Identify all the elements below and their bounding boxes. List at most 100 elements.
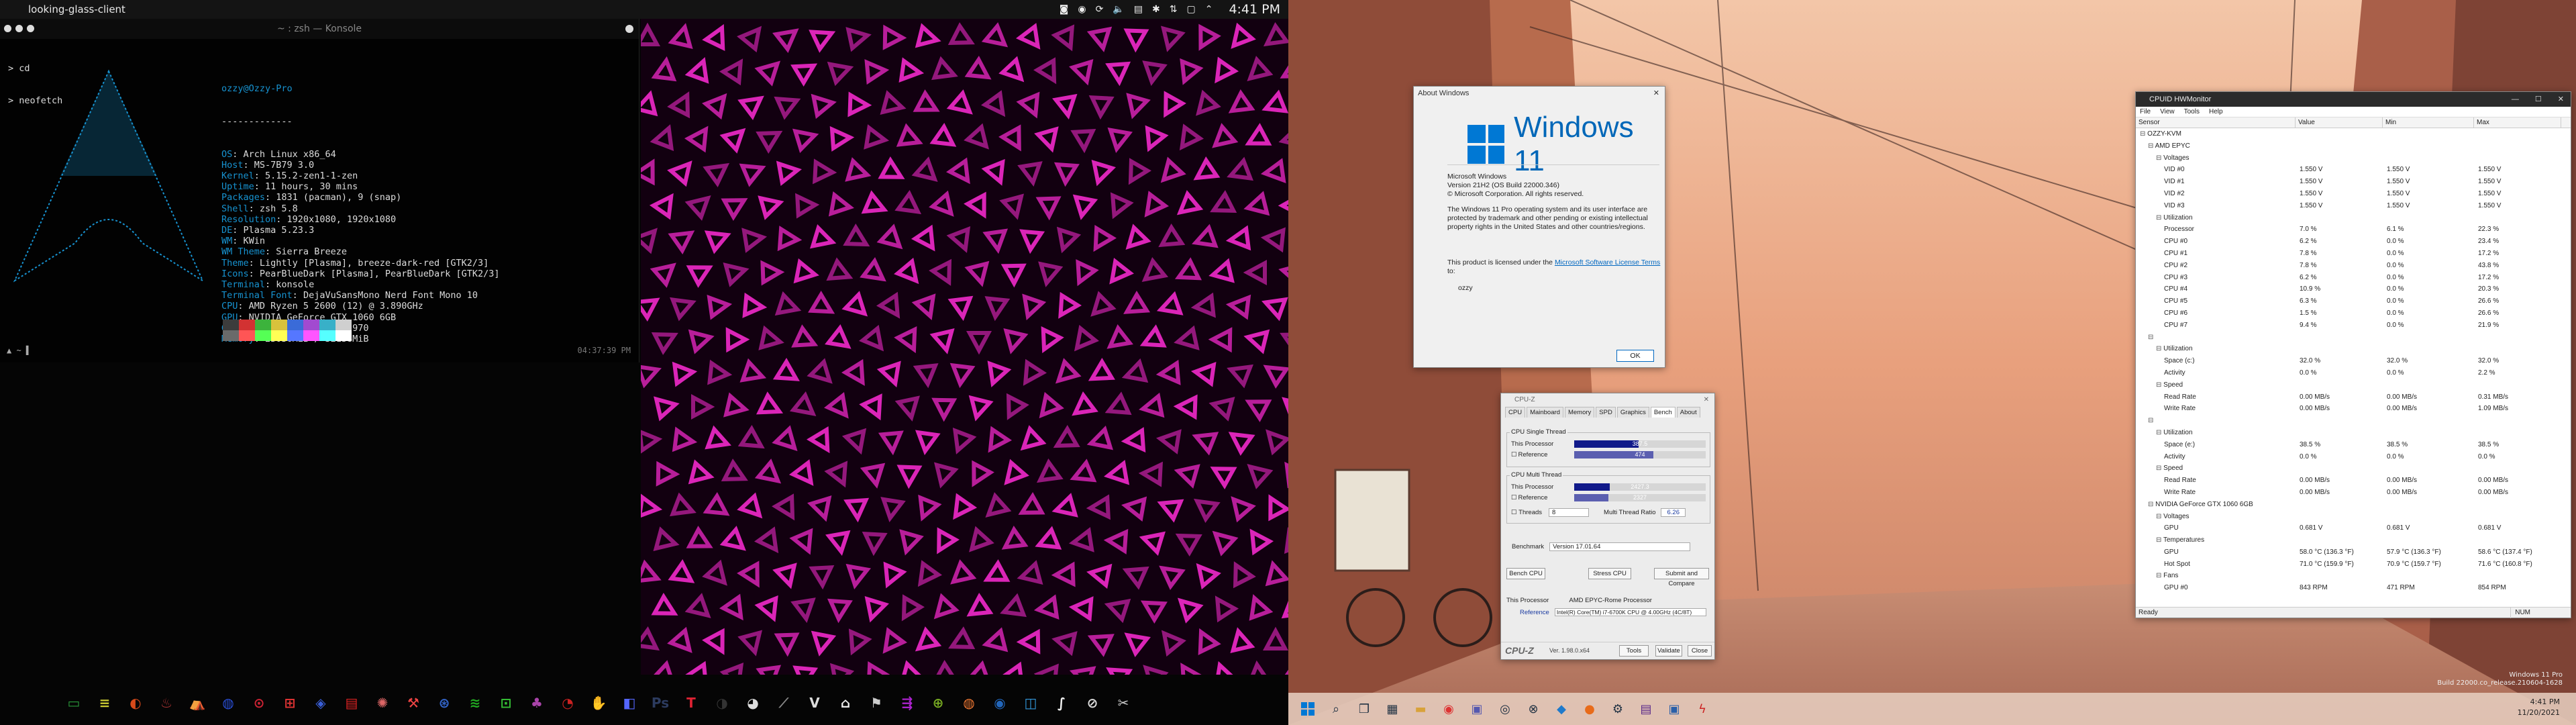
about-windows-dialog[interactable]: About Windows ✕ Windows 11 Microsoft Win… [1413, 86, 1665, 368]
dock-app-icon[interactable]: T [678, 689, 705, 716]
sensor-row[interactable]: Space (c:) 32.0 % 32.0 % 32.0 % [2136, 355, 2571, 367]
dock-app-icon[interactable]: ∫ [1048, 689, 1075, 716]
steam-icon[interactable]: ◉ [1078, 4, 1086, 15]
widgets-icon[interactable]: ▦ [1382, 699, 1402, 719]
firefox-icon[interactable]: ● [1580, 699, 1600, 719]
col-sensor[interactable]: Sensor [2136, 117, 2296, 128]
dock-app-icon[interactable]: ⊡ [493, 689, 519, 716]
tree-node-icon[interactable]: ⊟ [2140, 130, 2147, 138]
sensor-row[interactable]: ⊟ Voltages [2136, 511, 2571, 523]
sensor-row[interactable]: CPU #1 7.8 % 0.0 % 17.2 % [2136, 248, 2571, 260]
sensor-row[interactable]: Read Rate 0.00 MB/s 0.00 MB/s 0.00 MB/s [2136, 475, 2571, 487]
sensor-row[interactable]: CPU #4 10.9 % 0.0 % 20.3 % [2136, 283, 2571, 295]
reference-select[interactable]: Intel(R) Core(TM) i7-6700K CPU @ 4.00GHz… [1554, 608, 1706, 616]
dock-app-icon[interactable]: V [801, 689, 828, 716]
col-value[interactable]: Value [2296, 117, 2383, 128]
dock-app-icon[interactable]: ⚒ [400, 689, 427, 716]
dock-app-icon[interactable]: ⟋ [770, 689, 797, 716]
konsole-window[interactable]: ~ : zsh — Konsole > cd > neofetch ozzy@O… [0, 19, 639, 362]
benchmark-select[interactable]: Version 17.01.64 [1549, 542, 1691, 551]
dock-app-icon[interactable]: ▤ [338, 689, 365, 716]
tab-graphics[interactable]: Graphics [1616, 407, 1649, 418]
dock-app-icon[interactable]: ⊘ [1079, 689, 1106, 716]
sensor-row[interactable]: ⊟ Temperatures [2136, 534, 2571, 546]
search-icon[interactable]: ⌕ [1326, 699, 1346, 719]
dock-app-icon[interactable]: ◔ [554, 689, 581, 716]
bluetooth-icon[interactable]: ✱ [1152, 4, 1160, 15]
sensor-row[interactable]: GPU 0.681 V 0.681 V 0.681 V [2136, 522, 2571, 534]
window-dot-icon[interactable] [4, 25, 11, 32]
network-icon[interactable]: ⇅ [1170, 4, 1178, 15]
cpuz-titlebar[interactable]: CPU-Z ✕ [1501, 393, 1714, 407]
dock-folder-icon[interactable]: ▭ [60, 689, 87, 716]
tree-node-icon[interactable]: ⊟ [2156, 513, 2163, 520]
cpuz-window[interactable]: CPU-Z ✕ CPU Mainboard Memory SPD Graphics Ben… [1500, 393, 1715, 660]
dock-gamepad-icon[interactable]: ◈ [307, 689, 334, 716]
app-red-icon[interactable]: ϟ [1692, 699, 1712, 719]
dock-app-icon[interactable]: ✺ [369, 689, 396, 716]
dock-app-icon[interactable]: ⊙ [246, 689, 272, 716]
tree-node-icon[interactable]: ⊟ [2148, 142, 2155, 150]
steam-icon[interactable]: ◎ [1495, 699, 1515, 719]
sensor-row[interactable]: VID #1 1.550 V 1.550 V 1.550 V [2136, 176, 2571, 188]
start-icon[interactable] [1298, 699, 1318, 719]
cpuz-task-icon[interactable]: ▣ [1664, 699, 1684, 719]
dock-app-icon[interactable]: ◫ [1017, 689, 1044, 716]
sensor-row[interactable]: GPU #0 843 RPM 471 RPM 854 RPM [2136, 582, 2571, 594]
dock-app-icon[interactable]: ◑ [709, 689, 735, 716]
close-icon[interactable]: ✕ [2558, 92, 2564, 107]
close-icon[interactable]: ✕ [1704, 393, 1709, 407]
tree-node-icon[interactable]: ⊟ [2148, 334, 2153, 341]
dock-app-icon[interactable]: ≋ [462, 689, 488, 716]
close-icon[interactable] [625, 25, 633, 33]
tree-node-icon[interactable]: ⊟ [2156, 572, 2163, 579]
checkbox[interactable]: ☐ [1511, 494, 1517, 501]
sensor-row[interactable]: Activity 0.0 % 0.0 % 0.0 % [2136, 451, 2571, 463]
tray-expand-icon[interactable]: ⌃ [1205, 4, 1213, 15]
col-min[interactable]: Min [2383, 117, 2474, 128]
settings-icon[interactable]: ⚙ [1608, 699, 1628, 719]
tools-button[interactable]: Tools [1619, 645, 1649, 657]
dialog-titlebar[interactable]: About Windows ✕ [1414, 87, 1665, 100]
chrome-icon[interactable]: ◉ [1439, 699, 1459, 719]
sensor-row[interactable]: ⊟ [2136, 415, 2571, 427]
dock-photoshop-icon[interactable]: Ps [647, 689, 674, 716]
menu-view[interactable]: View [2160, 107, 2175, 117]
submit-compare-button[interactable]: Submit and Compare [1654, 568, 1709, 587]
sensor-row[interactable]: VID #0 1.550 V 1.550 V 1.550 V [2136, 164, 2571, 176]
sensor-row[interactable]: ⊟ [2136, 332, 2571, 344]
sensor-row[interactable]: CPU #5 6.3 % 0.0 % 26.6 % [2136, 295, 2571, 307]
tree-node-icon[interactable]: ⊟ [2148, 417, 2153, 424]
sensor-row[interactable]: ⊟ Utilization [2136, 212, 2571, 224]
vscode-icon[interactable]: ◆ [1551, 699, 1572, 719]
task-view-icon[interactable]: ❐ [1354, 699, 1374, 719]
tab-memory[interactable]: Memory [1564, 407, 1595, 418]
sensor-row[interactable]: Space (e:) 38.5 % 38.5 % 38.5 % [2136, 439, 2571, 451]
tab-mainboard[interactable]: Mainboard [1527, 407, 1563, 418]
discord-icon[interactable]: ◙ [1060, 4, 1069, 15]
tree-node-icon[interactable]: ⊟ [2156, 381, 2163, 389]
sensor-row[interactable]: Write Rate 0.00 MB/s 0.00 MB/s 1.09 MB/s [2136, 403, 2571, 415]
close-icon[interactable]: ✕ [1653, 87, 1659, 100]
stress-cpu-button[interactable]: Stress CPU [1588, 568, 1631, 579]
tree-node-icon[interactable]: ⊟ [2156, 536, 2163, 544]
window-dot-icon[interactable] [15, 25, 23, 32]
checkbox[interactable]: ☐ [1511, 451, 1517, 458]
dock-app-icon[interactable]: ⌂ [832, 689, 859, 716]
sensor-row[interactable]: CPU #7 9.4 % 0.0 % 21.9 % [2136, 320, 2571, 332]
dock-app-icon[interactable]: ◍ [215, 689, 242, 716]
tab-cpu[interactable]: CPU [1505, 407, 1526, 418]
dock-app-icon[interactable]: ⊕ [925, 689, 951, 716]
dock-app-icon[interactable]: ⊞ [276, 689, 303, 716]
dock-app-icon[interactable]: ⛺ [184, 689, 211, 716]
window-dot-icon[interactable] [27, 25, 34, 32]
dock-app-icon[interactable]: ✂ [1110, 689, 1137, 716]
sensor-row[interactable]: CPU #6 1.5 % 0.0 % 26.6 % [2136, 307, 2571, 320]
sensor-row[interactable]: Write Rate 0.00 MB/s 0.00 MB/s 0.00 MB/s [2136, 487, 2571, 499]
panel-clock[interactable]: 4:41 PM [1229, 2, 1280, 17]
tree-node-icon[interactable]: ⊟ [2156, 154, 2163, 162]
sensor-row[interactable]: ⊟ Voltages [2136, 152, 2571, 164]
notification-icon[interactable]: ▢ [1186, 4, 1195, 15]
tree-node-icon[interactable]: ⊟ [2156, 465, 2163, 472]
sensor-row[interactable]: ⊟ Utilization [2136, 343, 2571, 355]
